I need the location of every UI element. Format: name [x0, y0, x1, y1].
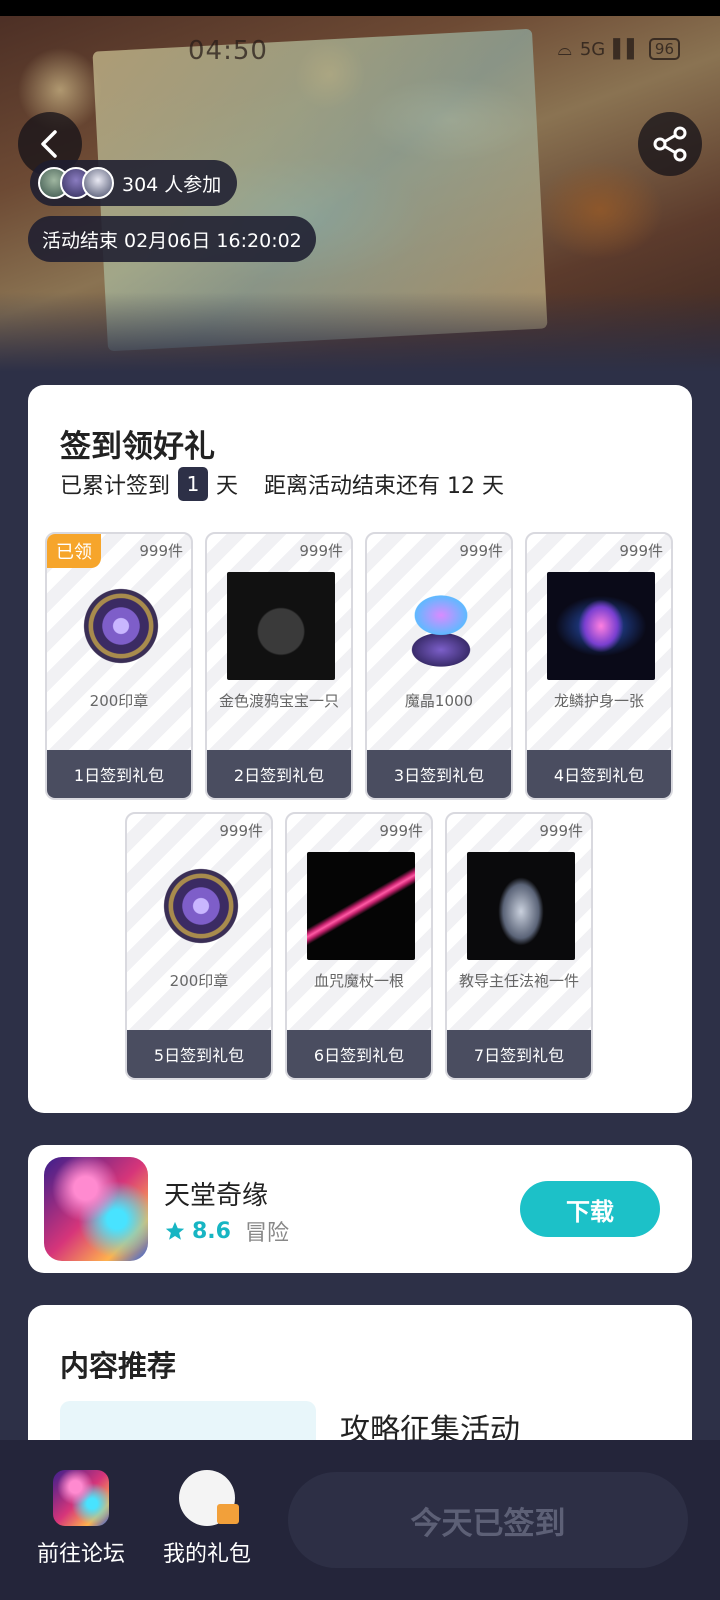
crystal-chest-icon: [387, 572, 495, 680]
bottom-action-bar: 前往论坛 我的礼包 今天已签到: [0, 1440, 720, 1600]
gift-name: 血咒魔杖一根: [313, 972, 404, 990]
signin-prefix: 已累计签到: [60, 474, 171, 499]
dragon-scale-icon: [547, 572, 655, 680]
gift-card-day7[interactable]: 999件 教导主任法袍一件 7日签到礼包: [445, 812, 593, 1080]
status-icons: ⌓ 5G ▌▌ 96: [558, 38, 680, 60]
gift-card-day5[interactable]: 999件 200印章 5日签到礼包: [125, 812, 273, 1080]
gift-quantity: 999件: [619, 542, 663, 560]
gift-label: 2日签到礼包: [207, 750, 351, 798]
staff-icon: [307, 852, 415, 960]
activity-end-time: 活动结束 02月06日 16:20:02: [28, 216, 316, 262]
gift-card-day3[interactable]: 999件 魔晶1000 3日签到礼包: [365, 532, 513, 800]
gift-quantity: 999件: [459, 542, 503, 560]
wifi-icon: ⌓: [557, 38, 572, 60]
share-button[interactable]: [638, 112, 702, 176]
gift-card-day2[interactable]: 999件 金色渡鸦宝宝一只 2日签到礼包: [205, 532, 353, 800]
gift-label: 6日签到礼包: [287, 1030, 431, 1078]
gift-quantity: 999件: [299, 542, 343, 560]
gift-quantity: 999件: [539, 822, 583, 840]
recommend-title: 内容推荐: [60, 1349, 177, 1383]
signin-days-unit: 天: [216, 474, 239, 499]
gift-label: 1日签到礼包: [47, 750, 191, 798]
seal-icon: [147, 852, 255, 960]
gift-name: 龙鳞护身一张: [553, 692, 644, 710]
gift-name: 金色渡鸦宝宝一只: [218, 692, 339, 710]
participant-avatars: [38, 167, 116, 199]
gift-box-icon: [179, 1470, 239, 1526]
gift-name: 200印章: [169, 972, 229, 990]
gift-label: 3日签到礼包: [367, 750, 511, 798]
forum-label: 前往论坛: [36, 1542, 125, 1567]
signin-summary: 已累计签到 1 天 距离活动结束还有 12 天: [60, 467, 504, 501]
network-label: 5G: [579, 38, 606, 60]
robe-icon: [467, 852, 575, 960]
checked-in-button[interactable]: 今天已签到: [288, 1472, 688, 1568]
gift-quantity: 999件: [219, 822, 263, 840]
gift-card-day6[interactable]: 999件 血咒魔杖一根 6日签到礼包: [285, 812, 433, 1080]
signin-days-count: 1: [178, 467, 209, 501]
gift-card-day4[interactable]: 999件 龙鳞护身一张 4日签到礼包: [525, 532, 673, 800]
my-gifts-button[interactable]: 我的礼包: [152, 1470, 262, 1568]
gift-name: 教导主任法袍一件: [458, 972, 579, 990]
golden-crow-icon: [227, 572, 335, 680]
signin-title: 签到领好礼: [60, 429, 215, 465]
gift-name: 200印章: [89, 692, 149, 710]
battery-icon: 96: [648, 38, 680, 60]
my-gifts-label: 我的礼包: [162, 1542, 251, 1567]
signin-card: 签到领好礼 已累计签到 1 天 距离活动结束还有 12 天 已领 999件 20…: [28, 385, 692, 1113]
app-meta: 8.6 冒险: [164, 1215, 289, 1247]
participants-badge[interactable]: 304 人参加: [30, 160, 238, 206]
gift-name: 魔晶1000: [404, 692, 474, 710]
signin-remaining: 距离活动结束还有 12 天: [264, 474, 505, 499]
status-bar: [0, 0, 720, 16]
forum-button[interactable]: 前往论坛: [26, 1470, 136, 1568]
avatar: [82, 167, 114, 199]
download-button[interactable]: 下载: [520, 1181, 660, 1237]
app-name: 天堂奇缘: [164, 1181, 269, 1211]
gift-quantity: 999件: [139, 542, 183, 560]
gift-quantity: 999件: [379, 822, 423, 840]
seal-icon: [67, 572, 175, 680]
gift-label: 5日签到礼包: [127, 1030, 271, 1078]
status-time: 04:50: [188, 36, 268, 66]
signal-icon: ▌▌: [613, 38, 641, 60]
share-icon: [653, 126, 687, 162]
star-icon: [165, 1221, 185, 1240]
app-card[interactable]: 天堂奇缘 8.6 冒险 下载: [28, 1145, 692, 1273]
app-icon[interactable]: [44, 1157, 148, 1261]
app-genre: 冒险: [244, 1221, 289, 1246]
gift-label: 7日签到礼包: [447, 1030, 591, 1078]
chevron-left-icon: [41, 130, 57, 158]
participants-count: 304 人参加: [122, 173, 222, 196]
app-rating: 8.6: [192, 1218, 231, 1244]
claimed-badge: 已领: [47, 534, 101, 568]
forum-app-icon: [53, 1470, 109, 1526]
gift-label: 4日签到礼包: [527, 750, 671, 798]
gift-card-day1[interactable]: 已领 999件 200印章 1日签到礼包: [45, 532, 193, 800]
